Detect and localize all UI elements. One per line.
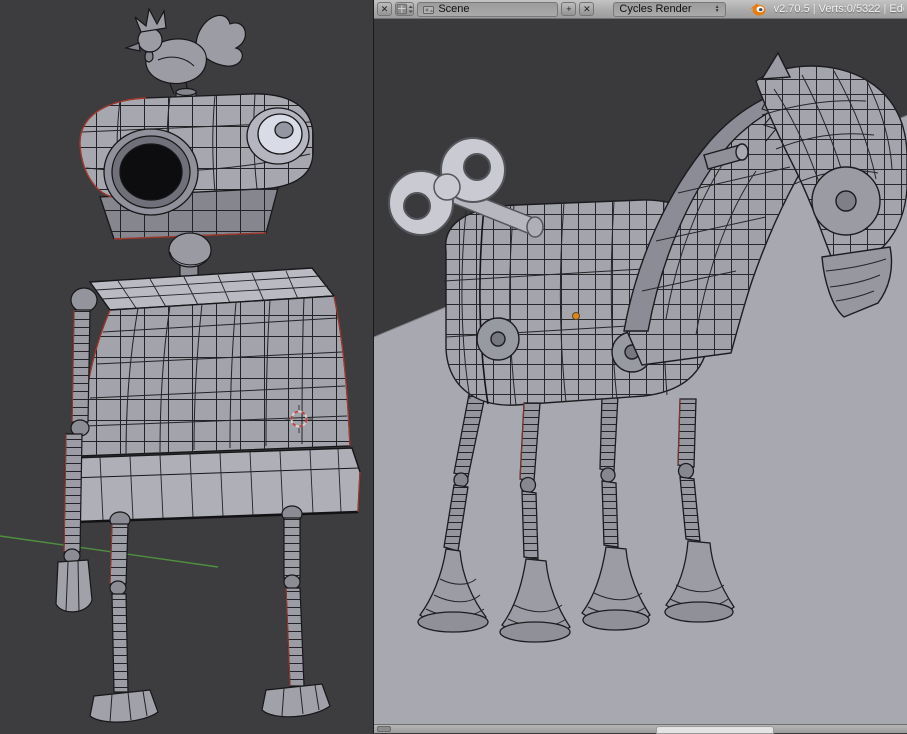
scene-name-field[interactable]: Scene xyxy=(417,1,559,17)
version-stats-text: v2.70.5 | Verts:0/5322 | Edg xyxy=(773,3,905,15)
unlink-scene-button[interactable]: ✕ xyxy=(579,2,595,16)
object-origin-dot xyxy=(572,312,580,320)
viewport-3d-left[interactable] xyxy=(0,0,373,733)
close-icon[interactable]: ✕ xyxy=(377,2,392,16)
robot-body xyxy=(67,267,361,524)
render-engine-value: Cycles Render xyxy=(619,3,692,15)
timeline-editor-icon[interactable] xyxy=(377,726,391,732)
right-editor-column: ✕ Scene + ✕ Cycles Render ▲ ▼ v2.70.5 | … xyxy=(373,0,907,734)
timeline-header-strip[interactable] xyxy=(374,724,907,734)
dropdown-arrows-icon: ▲ ▼ xyxy=(714,4,720,14)
robot-viewport-canvas xyxy=(0,0,373,733)
editor-type-glyph xyxy=(396,3,413,15)
scene-browse-icon xyxy=(423,5,435,14)
horse-viewport-canvas xyxy=(374,19,907,724)
viewport-3d-right[interactable] xyxy=(374,19,907,724)
render-engine-select[interactable]: Cycles Render ▲ ▼ xyxy=(613,1,726,17)
blender-window: { "header": { "scene_name": "Scene", "en… xyxy=(0,0,907,734)
add-scene-button[interactable]: + xyxy=(561,2,577,16)
scene-name-text: Scene xyxy=(438,3,470,15)
info-header: ✕ Scene + ✕ Cycles Render ▲ ▼ v2.70.5 | … xyxy=(374,0,907,19)
blender-logo-icon xyxy=(749,2,766,16)
editor-type-icon[interactable] xyxy=(395,2,415,16)
